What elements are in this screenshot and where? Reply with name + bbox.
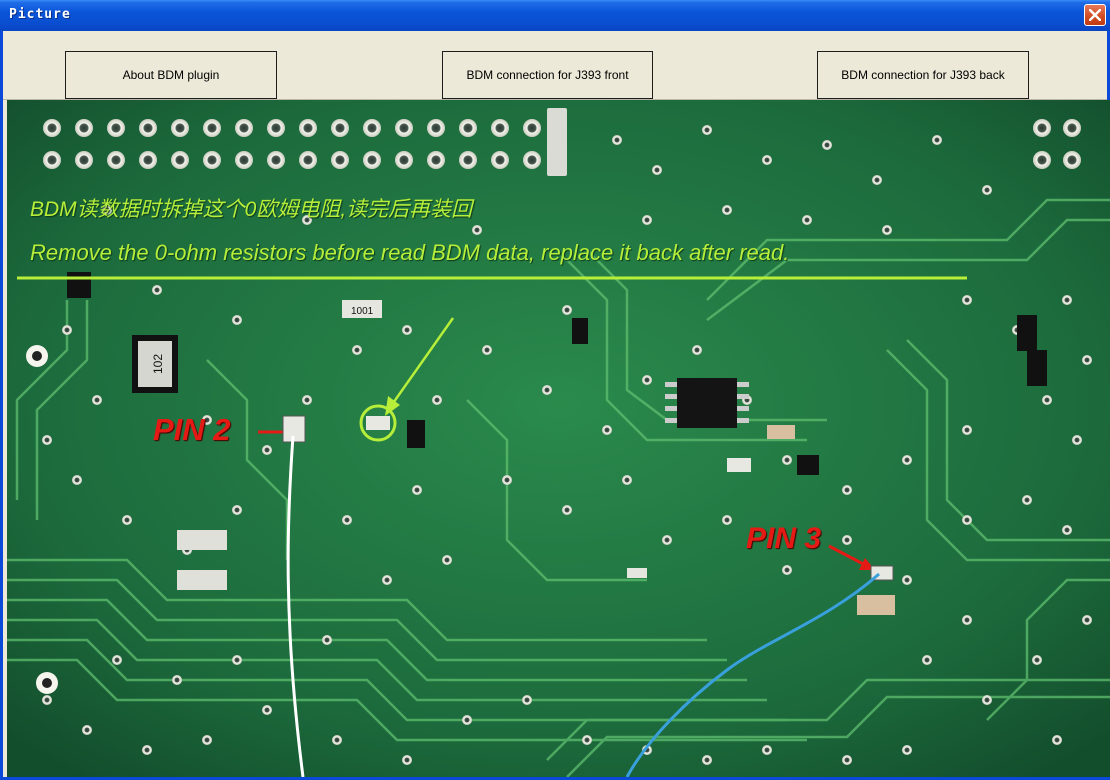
caption-chinese: BDM读数据时拆掉这个0欧姆电阻,读完后再装回 bbox=[30, 198, 473, 221]
picture-window: Picture About BDM plugin BDM connection … bbox=[0, 0, 1110, 780]
pin3-label: PIN 3 bbox=[746, 522, 822, 555]
window-title: Picture bbox=[9, 7, 71, 22]
bdm-j393-back-button[interactable]: BDM connection for J393 back bbox=[817, 51, 1029, 99]
caption-english: Remove the 0-ohm resistors before read B… bbox=[30, 240, 790, 265]
title-bar[interactable]: Picture bbox=[0, 0, 1110, 31]
resistor-1001-marking: 1001 bbox=[351, 306, 374, 317]
toolbar: About BDM plugin BDM connection for J393… bbox=[3, 31, 1107, 100]
pin2-label: PIN 2 bbox=[153, 412, 231, 447]
bdm-j393-front-button[interactable]: BDM connection for J393 front bbox=[442, 51, 653, 99]
about-bdm-plugin-button[interactable]: About BDM plugin bbox=[65, 51, 277, 99]
resistor-102-marking: 102 bbox=[151, 354, 165, 374]
close-button[interactable] bbox=[1084, 4, 1106, 26]
close-x-icon bbox=[1089, 9, 1101, 21]
pcb-photo: 102 1001 BDM读数据时拆掉这个0欧姆电阻,读完后再装回 Remove … bbox=[7, 100, 1110, 777]
